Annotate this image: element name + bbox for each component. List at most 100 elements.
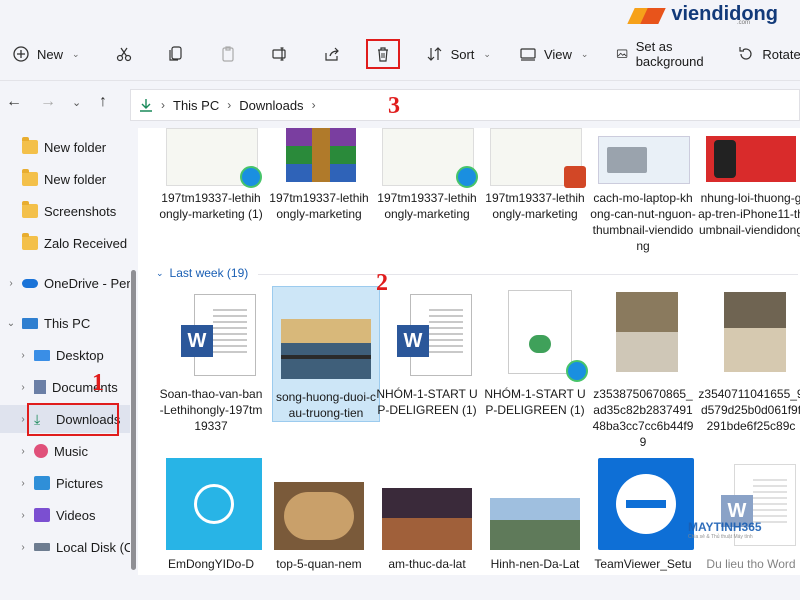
sidebar-item-screenshots[interactable]: Screenshots [0, 197, 130, 225]
sidebar-item-zalo-received[interactable]: Zalo Received F [0, 229, 130, 257]
file-item[interactable]: W NHÓM-1-START UP-DELIGREEN (1) [374, 288, 480, 438]
rotate-label: Rotate [762, 46, 800, 62]
file-name: TeamViewer_Setu [594, 557, 692, 571]
annotation-number-3: 3 [388, 93, 400, 119]
set-background-button[interactable]: Set as background [606, 36, 719, 72]
file-item[interactable]: W Du lieu tho Word [698, 458, 800, 575]
chevron-right-icon[interactable]: › [0, 278, 22, 289]
file-name: Du lieu tho Word [706, 557, 796, 571]
sidebar-item-label: Videos [56, 507, 96, 523]
address-bar[interactable]: › This PC › Downloads › [130, 89, 800, 121]
new-button[interactable]: New ⌄ [0, 36, 90, 72]
file-thumbnail [508, 290, 572, 374]
chevron-right-icon[interactable]: › [12, 382, 34, 393]
set-background-label: Set as background [635, 39, 704, 69]
up-arrow-icon[interactable]: ↑ [99, 93, 107, 111]
top-band: viendidong .com [0, 0, 800, 28]
file-item[interactable]: 197tm19337-lethihongly-marketing [374, 128, 480, 256]
sort-button[interactable]: Sort ⌄ [416, 36, 501, 72]
file-name: am-thuc-da-lat [388, 557, 466, 571]
file-item[interactable]: TeamViewer_Setu [590, 458, 696, 575]
annotation-number-2: 2 [376, 270, 388, 296]
view-icon [520, 48, 536, 61]
music-video-thumbnail [166, 458, 262, 550]
chevron-right-icon[interactable]: › [12, 510, 34, 521]
chevron-right-icon[interactable]: › [12, 350, 34, 361]
forward-arrow-icon[interactable]: → [40, 93, 56, 111]
file-name: 197tm19337-lethihongly-marketing [269, 191, 369, 221]
back-arrow-icon[interactable]: ← [6, 93, 22, 111]
file-item[interactable]: NHÓM-1-START UP-DELIGREEN (1) [482, 288, 588, 438]
folder-icon [22, 201, 38, 218]
view-label: View [543, 46, 572, 62]
file-item[interactable]: nhung-loi-thuong-gap-tren-iPhone11-thumb… [698, 128, 800, 256]
file-item[interactable]: cach-mo-laptop-khong-can-nut-nguon-thumb… [590, 128, 696, 256]
file-item[interactable]: z3538750670865_ad35c82b283749148ba3cc7cc… [590, 288, 696, 458]
chevron-right-icon[interactable]: › [12, 446, 34, 457]
paste-button[interactable] [202, 36, 254, 72]
copy-icon [168, 46, 182, 61]
delete-button[interactable] [365, 39, 400, 69]
sidebar-item-onedrive[interactable]: › OneDrive - Perso [0, 269, 130, 297]
group-header-last-week[interactable]: ⌄ Last week (19) [156, 266, 248, 280]
breadcrumb-chevron-icon: › [161, 98, 165, 112]
sidebar-scrollbar[interactable] [131, 270, 136, 570]
rotate-button[interactable]: Rotate [727, 36, 800, 72]
sidebar-item-label: Desktop [56, 347, 104, 363]
view-button[interactable]: View ⌄ [509, 36, 599, 72]
sidebar-item-documents[interactable]: › Documents [0, 373, 130, 401]
chevron-right-icon[interactable]: › [12, 478, 34, 489]
file-item[interactable]: EmDongYIDo-D [158, 458, 264, 575]
file-item[interactable]: z3540711041655_9d579d25b0d061f9f291bde6f… [698, 288, 800, 458]
file-name: 197tm19337-lethihongly-marketing [377, 191, 477, 221]
sidebar-item-this-pc[interactable]: ⌄ This PC [0, 309, 130, 337]
breadcrumb-chevron-icon: › [311, 98, 316, 112]
chevron-down-icon[interactable]: ⌄ [0, 318, 22, 329]
rename-icon [271, 47, 286, 61]
sidebar-item-label: Music [54, 443, 88, 459]
share-button[interactable] [306, 36, 358, 72]
sidebar-item-music[interactable]: › Music [0, 437, 130, 465]
file-item[interactable]: 197tm19337-lethihongly-marketing (1) [158, 128, 264, 256]
breadcrumb-downloads[interactable]: Downloads [239, 98, 303, 113]
file-name: cach-mo-laptop-khong-can-nut-nguon-thumb… [590, 191, 696, 253]
sort-icon [427, 47, 441, 61]
file-item[interactable]: W Soan-thao-van-ban-Lethihongly-197tm193… [158, 288, 264, 438]
sidebar-item-label: Local Disk (C:) [56, 539, 130, 555]
chevron-right-icon[interactable]: › [12, 542, 34, 553]
sidebar-item-label: New folder [44, 139, 107, 155]
annotation-box-downloads [27, 403, 119, 436]
chevron-down-icon: ⌄ [72, 48, 80, 59]
file-item[interactable]: am-thuc-da-lat [374, 458, 480, 575]
file-name: top-5-quan-nem [276, 557, 362, 571]
cut-button[interactable] [98, 36, 150, 72]
file-item-selected[interactable]: song-huong-duoi-cau-truong-tien [272, 286, 380, 422]
file-item[interactable]: Hinh-nen-Da-Lat [482, 458, 588, 575]
brand-mark-icon [631, 4, 665, 26]
sidebar-item-videos[interactable]: › Videos [0, 501, 130, 529]
file-item[interactable]: top-5-quan-nem [266, 458, 372, 575]
breadcrumb-this-pc[interactable]: This PC [173, 98, 219, 113]
group-divider [258, 274, 798, 275]
sidebar-item-pictures[interactable]: › Pictures [0, 469, 130, 497]
sidebar-item-desktop[interactable]: › Desktop [0, 341, 130, 369]
folder-icon [22, 233, 38, 250]
edge-icon [566, 360, 588, 382]
drive-icon [34, 543, 50, 551]
group-label: Last week (19) [169, 266, 249, 280]
share-icon [324, 47, 339, 61]
sidebar-item-new-folder[interactable]: New folder [0, 133, 130, 161]
annotation-number-1: 1 [92, 370, 104, 396]
sidebar-item-new-folder-2[interactable]: New folder [0, 165, 130, 193]
sidebar-item-label: Documents [52, 379, 118, 395]
sidebar-item-label: OneDrive - Perso [44, 275, 130, 291]
file-item[interactable]: 197tm19337-lethihongly-marketing [266, 128, 372, 256]
document-icon [34, 380, 46, 394]
rename-button[interactable] [254, 36, 306, 72]
brand-logo: viendidong [631, 3, 778, 26]
navigation-pane: New folder New folder Screenshots Zalo R… [0, 128, 130, 575]
recent-chevron-icon[interactable]: ⌄ [72, 96, 81, 109]
copy-button[interactable] [150, 36, 202, 72]
file-item[interactable]: 197tm19337-lethihongly-marketing [482, 128, 588, 256]
sidebar-item-local-disk[interactable]: › Local Disk (C:) [0, 533, 130, 561]
